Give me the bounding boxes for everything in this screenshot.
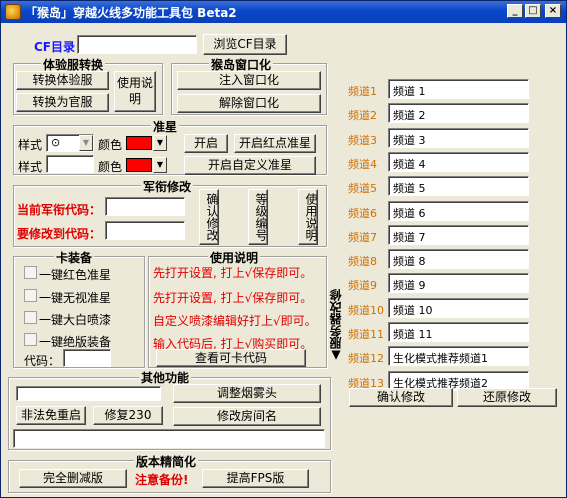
experience-help-button[interactable]: 使用说明 [114, 71, 156, 112]
backup-warning: 注意备份! [135, 473, 189, 487]
channel-input[interactable]: 频道 3 [388, 127, 529, 148]
instruction-line-1: 先打开设置, 打上√保存即可。 [153, 266, 313, 280]
card-title: 卡装备 [54, 249, 95, 266]
improve-fps-button[interactable]: 提高FPS版 [202, 469, 309, 488]
channel-input[interactable]: 频道 8 [388, 249, 529, 270]
crosshair-style-input-2[interactable] [46, 155, 94, 173]
maximize-button[interactable]: □ [525, 4, 541, 18]
channel-label: 频道2 [348, 109, 377, 123]
instruction-line-2: 先打开设置, 打上√保存即可。 [153, 291, 313, 305]
channel-input[interactable]: 频道 4 [388, 151, 529, 172]
to-official-button[interactable]: 转换为官服 [16, 93, 109, 112]
inject-window-button[interactable]: 注入窗口化 [177, 71, 321, 90]
channel-input[interactable]: 生化模式推荐频道1 [388, 346, 529, 367]
color-swatch-2[interactable] [126, 158, 152, 172]
card-item-2: 一键无视准星 [39, 291, 112, 305]
chevron-down-icon[interactable]: ▼ [153, 157, 167, 173]
close-button[interactable]: × [545, 4, 561, 18]
channel-label: 频道6 [348, 206, 377, 220]
target-rank-input[interactable] [105, 221, 185, 240]
chevron-down-icon[interactable]: ▼ [153, 135, 167, 151]
minimize-button[interactable]: _ [507, 4, 523, 18]
view-card-codes-button[interactable]: 查看可卡代码 [156, 349, 306, 367]
fix-230-button[interactable]: 修复230 [93, 406, 163, 425]
current-rank-input[interactable] [105, 197, 185, 216]
restart-free-button[interactable]: 非法免重启 [16, 406, 86, 425]
instruction-line-3: 自定义喷漆编辑好打上√即可。 [153, 314, 317, 328]
channel-input[interactable]: 频道 7 [388, 224, 529, 245]
channel-label: 频道10 [348, 303, 384, 317]
rank-help-button[interactable]: 使用说明 [298, 189, 318, 245]
color-label-1: 颜色 [98, 138, 123, 152]
remove-window-button[interactable]: 解除窗口化 [177, 94, 321, 113]
title-bar[interactable]: 「猴岛」穿越火线多功能工具包 Beta2 _ □ × [1, 1, 566, 23]
custom-crosshair-button[interactable]: 开启自定义准星 [184, 156, 316, 175]
to-experience-button[interactable]: 转换体验服 [16, 71, 109, 90]
monkey-app-icon [5, 4, 21, 20]
chevron-down-icon[interactable]: ▼ [79, 135, 93, 151]
browse-cf-dir-button[interactable]: 浏览CF目录 [203, 34, 287, 55]
room-name-input[interactable] [13, 429, 325, 448]
card-item-3: 一键大白喷漆 [39, 313, 112, 327]
cf-dir-label: CF目录 [34, 40, 76, 54]
style-label-1: 样式 [18, 138, 43, 152]
card-code-input[interactable] [63, 349, 111, 367]
app-window: 「猴岛」穿越火线多功能工具包 Beta2 _ □ × CF目录 浏览CF目录 体… [0, 0, 567, 498]
channel-input[interactable]: 频道 1 [388, 79, 529, 99]
channel-restore-button[interactable]: 还原修改 [457, 388, 557, 407]
other-progress-field [16, 386, 161, 401]
target-rank-label: 要修改到代码： [17, 227, 102, 241]
rank-confirm-button[interactable]: 确认修改 [199, 189, 219, 245]
channel-label: 频道8 [348, 255, 377, 269]
channel-input[interactable]: 频道 9 [388, 273, 529, 294]
rank-level-button[interactable]: 等级编号 [248, 189, 268, 245]
channel-input[interactable]: 频道 10 [388, 297, 529, 318]
card-checkbox-4[interactable] [24, 333, 37, 346]
rank-title: 军衔修改 [141, 178, 194, 195]
card-code-label: 代码： [24, 354, 61, 368]
card-checkbox-3[interactable] [24, 311, 37, 324]
channel-label: 频道9 [348, 279, 377, 293]
server-modify-side-label: ▲服务器改修 [329, 289, 343, 363]
channel-label: 频道5 [348, 182, 377, 196]
channel-input[interactable]: 频道 6 [388, 200, 529, 221]
delete-all-button[interactable]: 完全删减版 [19, 469, 127, 488]
channel-input[interactable]: 频道 5 [388, 176, 529, 197]
channel-input[interactable]: 频道 11 [388, 322, 529, 342]
style-label-2: 样式 [18, 160, 43, 174]
card-item-1: 一键红色准星 [39, 268, 112, 282]
slim-title: 版本精简化 [134, 453, 199, 470]
channel-label: 频道1 [348, 85, 377, 98]
cf-dir-input[interactable] [77, 35, 197, 54]
crosshair-open-button[interactable]: 开启 [184, 134, 228, 153]
channel-label: 频道4 [348, 157, 377, 171]
channel-label: 频道12 [348, 352, 384, 366]
channel-label: 频道7 [348, 230, 377, 244]
crosshair-title: 准星 [151, 118, 180, 135]
red-dot-crosshair-button[interactable]: 开启红点准星 [234, 134, 316, 153]
card-checkbox-2[interactable] [24, 289, 37, 302]
channel-label: 频道11 [348, 328, 384, 341]
adjust-smoke-button[interactable]: 调整烟雾头 [173, 384, 321, 403]
channel-input[interactable]: 频道 2 [388, 103, 529, 124]
color-label-2: 颜色 [98, 160, 123, 174]
card-checkbox-1[interactable] [24, 266, 37, 279]
channel-confirm-button[interactable]: 确认修改 [349, 388, 453, 407]
channel-label: 频道3 [348, 133, 377, 147]
rename-room-button[interactable]: 修改房间名 [173, 407, 321, 426]
window-title: 「猴岛」穿越火线多功能工具包 Beta2 [25, 6, 237, 20]
card-item-4: 一键绝版装备 [39, 335, 112, 349]
color-swatch-1[interactable] [126, 136, 152, 150]
current-rank-label: 当前军衔代码： [17, 203, 102, 217]
